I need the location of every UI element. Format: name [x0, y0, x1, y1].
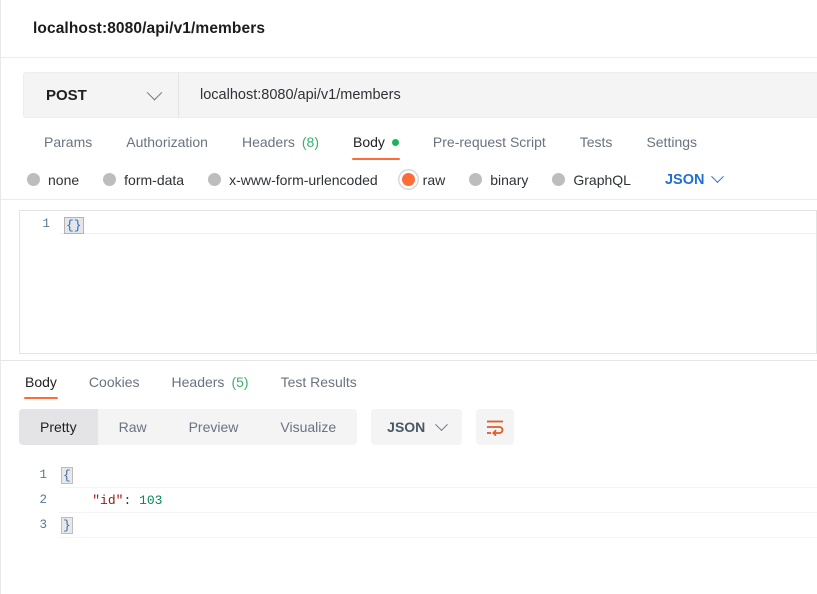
url-bar-container: POST — [1, 58, 817, 118]
radio-icon — [103, 173, 117, 186]
response-code-area[interactable]: { "id": 103 } — [59, 463, 817, 538]
postman-window: localhost:8080/api/v1/members POST Param… — [0, 0, 817, 594]
tab-body[interactable]: Body — [336, 134, 416, 160]
tab-label: Headers — [171, 374, 225, 390]
tab-label: Test Results — [280, 374, 357, 390]
view-mode-label: Preview — [188, 419, 239, 435]
json-colon: : — [123, 493, 132, 508]
tab-label: Settings — [646, 134, 698, 150]
tab-label: Tests — [579, 134, 613, 150]
view-mode-visualize[interactable]: Visualize — [259, 409, 357, 445]
response-code-line: } — [59, 513, 817, 538]
tab-params[interactable]: Params — [27, 134, 109, 160]
page-title: localhost:8080/api/v1/members — [33, 19, 266, 37]
chevron-down-icon — [146, 84, 163, 100]
tab-label: Authorization — [126, 134, 208, 150]
view-mode-label: Raw — [118, 419, 147, 435]
radio-icon — [469, 173, 483, 186]
body-type-x-www-form-urlencoded[interactable]: x-www-form-urlencoded — [208, 172, 378, 188]
body-type-form-data[interactable]: form-data — [103, 172, 184, 188]
tab-pre-request-script[interactable]: Pre-request Script — [416, 134, 563, 160]
tab-count: (5) — [231, 374, 249, 390]
response-view-toolbar: Pretty Raw Preview Visualize JSON — [1, 399, 817, 445]
body-type-label: form-data — [124, 171, 185, 188]
request-url-bar: POST — [23, 72, 817, 118]
body-type-radio-group: none form-data x-www-form-urlencoded raw… — [1, 160, 817, 200]
request-title-bar: localhost:8080/api/v1/members — [1, 0, 817, 58]
body-type-label: x-www-form-urlencoded — [229, 171, 378, 188]
body-type-label: GraphQL — [573, 171, 631, 188]
view-mode-preview[interactable]: Preview — [168, 409, 260, 445]
http-method-dropdown[interactable]: POST — [24, 73, 179, 117]
body-present-indicator-icon — [391, 138, 399, 146]
body-type-label: binary — [490, 171, 529, 188]
tab-label: Headers — [241, 134, 295, 150]
request-body-editor-container: 1 {} — [1, 200, 817, 354]
response-tab-cookies[interactable]: Cookies — [73, 374, 156, 399]
editor-code-area[interactable]: {} — [60, 211, 816, 353]
wrap-text-icon — [487, 420, 504, 436]
radio-icon — [552, 173, 566, 186]
body-type-label: none — [48, 171, 80, 188]
body-type-label: raw — [422, 171, 446, 188]
request-tab-list: Params Authorization Headers (8) Body Pr… — [1, 118, 817, 160]
view-mode-pretty[interactable]: Pretty — [19, 409, 98, 445]
tab-tests[interactable]: Tests — [563, 134, 630, 160]
line-number: 3 — [39, 518, 47, 532]
tab-settings[interactable]: Settings — [629, 134, 714, 160]
body-type-binary[interactable]: binary — [469, 172, 528, 188]
view-mode-raw[interactable]: Raw — [98, 409, 168, 445]
tab-authorization[interactable]: Authorization — [109, 134, 225, 160]
response-tab-test-results[interactable]: Test Results — [265, 374, 373, 399]
response-tab-list: Body Cookies Headers (5) Test Results — [1, 361, 817, 399]
view-mode-label: Visualize — [280, 419, 337, 435]
tab-headers[interactable]: Headers (8) — [225, 134, 336, 160]
request-url-input[interactable] — [179, 73, 817, 117]
body-type-none[interactable]: none — [27, 172, 79, 188]
request-format-dropdown[interactable]: JSON — [664, 170, 725, 188]
response-format-dropdown[interactable]: JSON — [371, 409, 463, 445]
json-value: 103 — [139, 493, 163, 508]
response-view-mode-group: Pretty Raw Preview Visualize — [19, 409, 358, 445]
request-format-label: JSON — [664, 171, 705, 188]
body-type-raw[interactable]: raw — [401, 171, 446, 188]
line-number: 2 — [39, 493, 47, 507]
tab-label: Body — [353, 134, 385, 150]
tab-count: (8) — [301, 134, 319, 150]
response-code-line: { — [59, 463, 817, 488]
line-number: 1 — [39, 468, 47, 482]
radio-icon — [208, 173, 222, 186]
body-type-graphql[interactable]: GraphQL — [552, 172, 631, 188]
response-tab-headers[interactable]: Headers (5) — [156, 374, 265, 399]
json-open-brace: { — [61, 467, 73, 484]
radio-selected-icon — [401, 173, 415, 186]
code-text: {} — [64, 217, 84, 234]
code-line: {} — [60, 217, 816, 234]
json-close-brace: } — [61, 517, 73, 534]
response-format-label: JSON — [387, 419, 426, 435]
response-body-viewer: 1 2 3 { "id": 103 } — [1, 445, 817, 538]
request-body-editor[interactable]: 1 {} — [19, 210, 817, 354]
response-tab-body[interactable]: Body — [9, 374, 73, 399]
radio-icon — [27, 173, 40, 186]
http-method-label: POST — [46, 86, 87, 104]
tab-label: Body — [25, 374, 57, 390]
chevron-down-icon — [711, 170, 725, 184]
response-line-numbers: 1 2 3 — [19, 463, 59, 538]
json-key: "id" — [92, 493, 124, 508]
response-code-line: "id": 103 — [59, 488, 817, 513]
wrap-text-button[interactable] — [476, 409, 515, 445]
tab-label: Cookies — [88, 374, 140, 390]
chevron-down-icon — [435, 417, 449, 431]
tab-label: Pre-request Script — [432, 134, 546, 150]
tab-label: Params — [44, 134, 93, 150]
view-mode-label: Pretty — [40, 419, 77, 435]
line-number: 1 — [42, 217, 50, 231]
editor-line-numbers: 1 — [20, 211, 60, 353]
